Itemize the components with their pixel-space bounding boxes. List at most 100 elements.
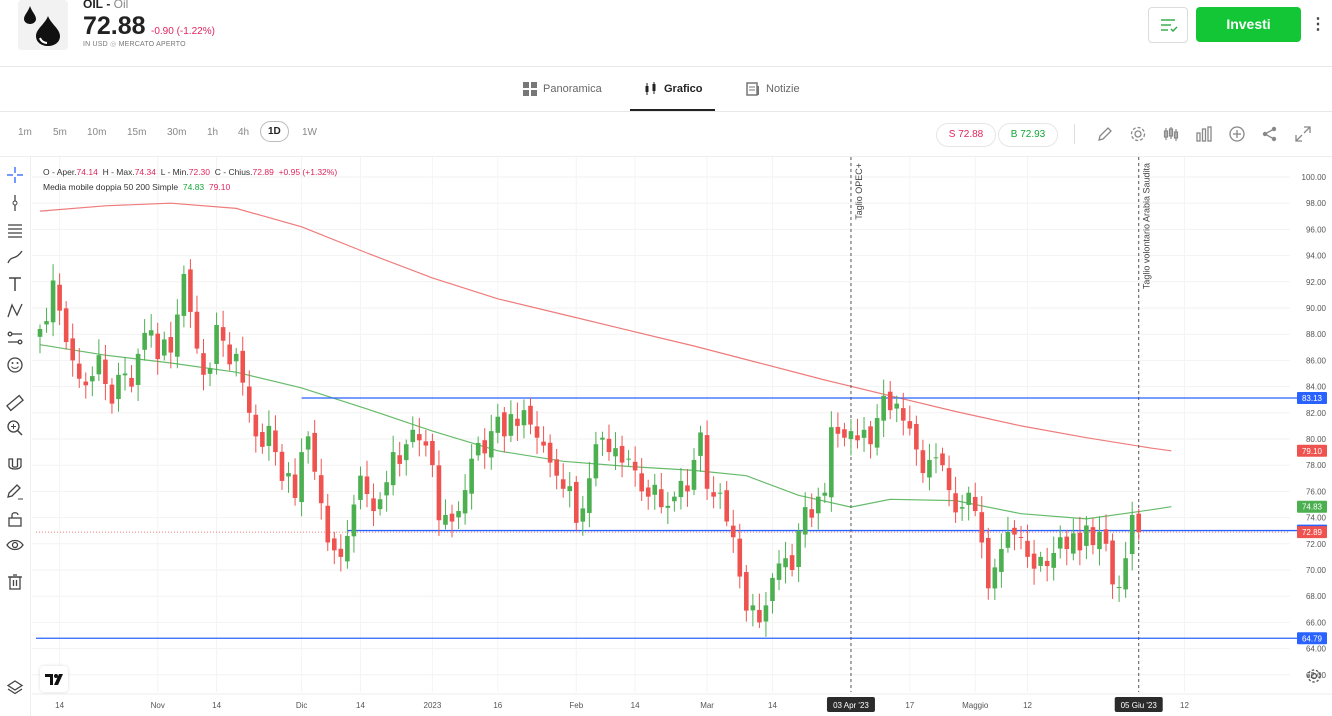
candle-up <box>1071 533 1076 554</box>
x-tick-label: 14 <box>212 701 221 710</box>
price-tag-label: 79.10 <box>1302 447 1323 456</box>
candle-down <box>423 441 429 446</box>
candle-up <box>992 567 998 589</box>
candle-up <box>783 558 788 568</box>
candle-down <box>253 414 259 437</box>
candle-down <box>188 269 193 312</box>
candle-up <box>358 475 363 500</box>
candle-up <box>161 339 167 356</box>
candle-down <box>842 429 847 438</box>
candle-down <box>397 455 402 464</box>
candle-down <box>1110 540 1115 585</box>
candle-down <box>914 423 919 450</box>
candle-up <box>927 459 932 478</box>
candle-down <box>129 377 134 387</box>
x-tick-label: 16 <box>493 701 502 710</box>
candle-down <box>953 493 958 513</box>
candle-down <box>554 459 559 476</box>
candle-down <box>737 538 743 577</box>
candle-up <box>698 432 703 456</box>
candle-up <box>142 332 147 350</box>
candle-down <box>63 308 69 343</box>
candle-down <box>436 465 442 521</box>
candle-down <box>279 451 285 481</box>
y-tick-label: 76.00 <box>1306 487 1327 496</box>
candle-down <box>528 405 533 425</box>
candle-down <box>1044 560 1050 567</box>
candle-up <box>829 427 834 498</box>
candle-up <box>959 507 965 509</box>
candle-down <box>744 572 749 611</box>
candle-down <box>364 476 370 495</box>
candle-up <box>802 507 808 535</box>
candle-down <box>109 384 115 404</box>
candle-up <box>933 457 939 459</box>
candle-down <box>83 381 89 386</box>
candle-down <box>57 284 62 311</box>
candle-up <box>443 514 448 525</box>
candle-down <box>940 453 945 466</box>
candle-down <box>76 363 82 379</box>
candle-down <box>534 426 540 438</box>
candle-up <box>175 314 180 357</box>
y-tick-label: 100.00 <box>1302 173 1327 182</box>
candle-up <box>475 442 481 456</box>
price-level-label: 83.13 <box>1302 394 1323 403</box>
candle-down <box>855 435 860 441</box>
price-axis: 100.00 98.00 96.00 94.00 92.00 90.00 88.00 86.0… <box>1302 173 1327 680</box>
x-tick-label: 14 <box>55 701 64 710</box>
candle-down <box>168 337 174 353</box>
candle-up <box>894 403 900 409</box>
candle-down <box>809 509 815 518</box>
price-tag-label: 72.89 <box>1302 528 1323 537</box>
price-chart[interactable]: 83.1373.0164.7979.1074.8372.89 Taglio OP… <box>0 0 1332 716</box>
chart-settings-gear-icon[interactable] <box>1306 668 1322 684</box>
candle-down <box>449 513 455 522</box>
candle-up <box>1123 558 1128 590</box>
chart-legend: O - Aper.74.14 H - Max.74.34 L - Min.72.… <box>43 165 337 195</box>
y-tick-label: 90.00 <box>1306 304 1327 313</box>
candle-down <box>338 548 344 557</box>
candle-up <box>148 330 154 336</box>
y-tick-label: 88.00 <box>1306 330 1327 339</box>
candle-up <box>207 368 213 374</box>
candle-down <box>1090 527 1096 546</box>
y-tick-label: 72.00 <box>1306 540 1327 549</box>
candle-up <box>717 492 723 494</box>
candle-down <box>194 311 200 349</box>
x-tick-label: Feb <box>569 701 583 710</box>
candle-down <box>789 555 795 570</box>
candle-down <box>318 475 324 504</box>
candle-down <box>573 481 579 523</box>
candle-up <box>966 492 971 505</box>
candle-down <box>1012 527 1017 535</box>
candle-down <box>1025 540 1030 557</box>
candle-up <box>881 395 886 421</box>
x-tick-label: 12 <box>1180 701 1189 710</box>
candle-down <box>371 498 376 512</box>
candle-down <box>515 418 520 426</box>
candle-up <box>233 353 239 362</box>
x-tick-label: 12 <box>1023 701 1032 710</box>
candle-down <box>659 489 664 508</box>
candle-down <box>887 391 893 411</box>
candle-up <box>874 418 880 448</box>
candle-down <box>639 473 644 492</box>
candle-down <box>606 438 612 453</box>
candle-up <box>462 490 468 514</box>
candle-up <box>815 496 821 514</box>
x-tick-label: Dic <box>296 701 308 710</box>
event-markers: Taglio OPEC+ Taglio volontario Arabia Sau… <box>850 157 1152 692</box>
chart-grid <box>32 157 1290 692</box>
candle-down <box>246 386 252 413</box>
x-tick-label: Maggio <box>962 701 989 710</box>
candle-up <box>488 431 494 458</box>
candle-up <box>410 429 416 443</box>
candle-down <box>920 450 926 474</box>
candle-down <box>240 350 246 383</box>
candle-up <box>770 577 775 602</box>
candle-up <box>90 376 95 382</box>
y-tick-label: 78.00 <box>1306 461 1327 470</box>
candle-up <box>116 374 121 400</box>
candle-up <box>600 437 605 440</box>
